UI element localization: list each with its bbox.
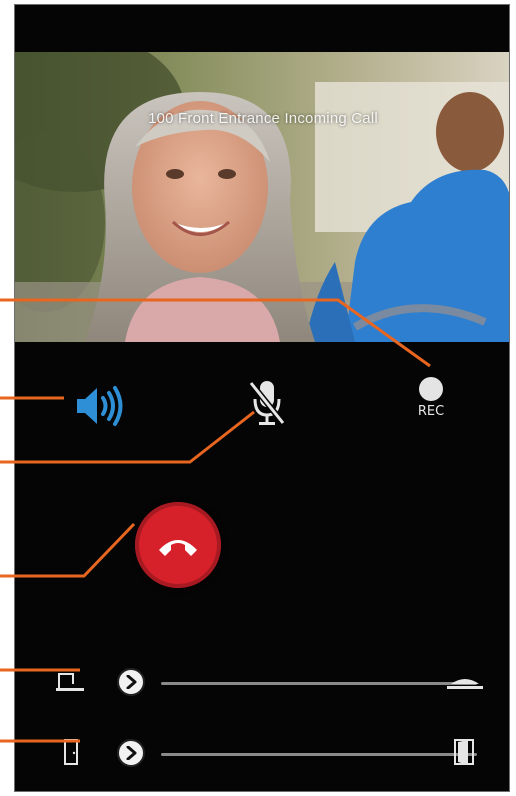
record-dot-icon (419, 377, 443, 401)
record-button[interactable]: REC (411, 377, 451, 429)
door-slider-track[interactable] (161, 753, 477, 756)
gate-open-icon (447, 679, 483, 689)
speaker-volume-icon (77, 386, 123, 426)
hangup-button[interactable] (135, 502, 221, 588)
gate-closed-icon (56, 673, 84, 691)
chevron-right-icon (126, 675, 137, 689)
phone-screen: 100 Front Entrance Incoming Call REC (14, 4, 510, 792)
gate-slider-row (51, 662, 491, 702)
speaker-button[interactable] (75, 383, 127, 429)
record-label: REC (417, 404, 445, 419)
chevron-right-icon (126, 746, 137, 760)
door-slider-knob[interactable] (117, 739, 145, 767)
microphone-muted-icon (248, 381, 286, 425)
door-open-icon (454, 739, 474, 765)
phone-hangup-icon (159, 540, 197, 556)
gate-slider-knob[interactable] (117, 668, 145, 696)
door-slider-row (51, 733, 491, 773)
door-closed-icon (64, 739, 78, 765)
call-title: 100 Front Entrance Incoming Call (148, 110, 378, 127)
mute-microphone-button[interactable] (247, 377, 287, 429)
camera-video-feed: 100 Front Entrance Incoming Call (15, 52, 509, 342)
gate-slider-track[interactable] (161, 682, 477, 685)
